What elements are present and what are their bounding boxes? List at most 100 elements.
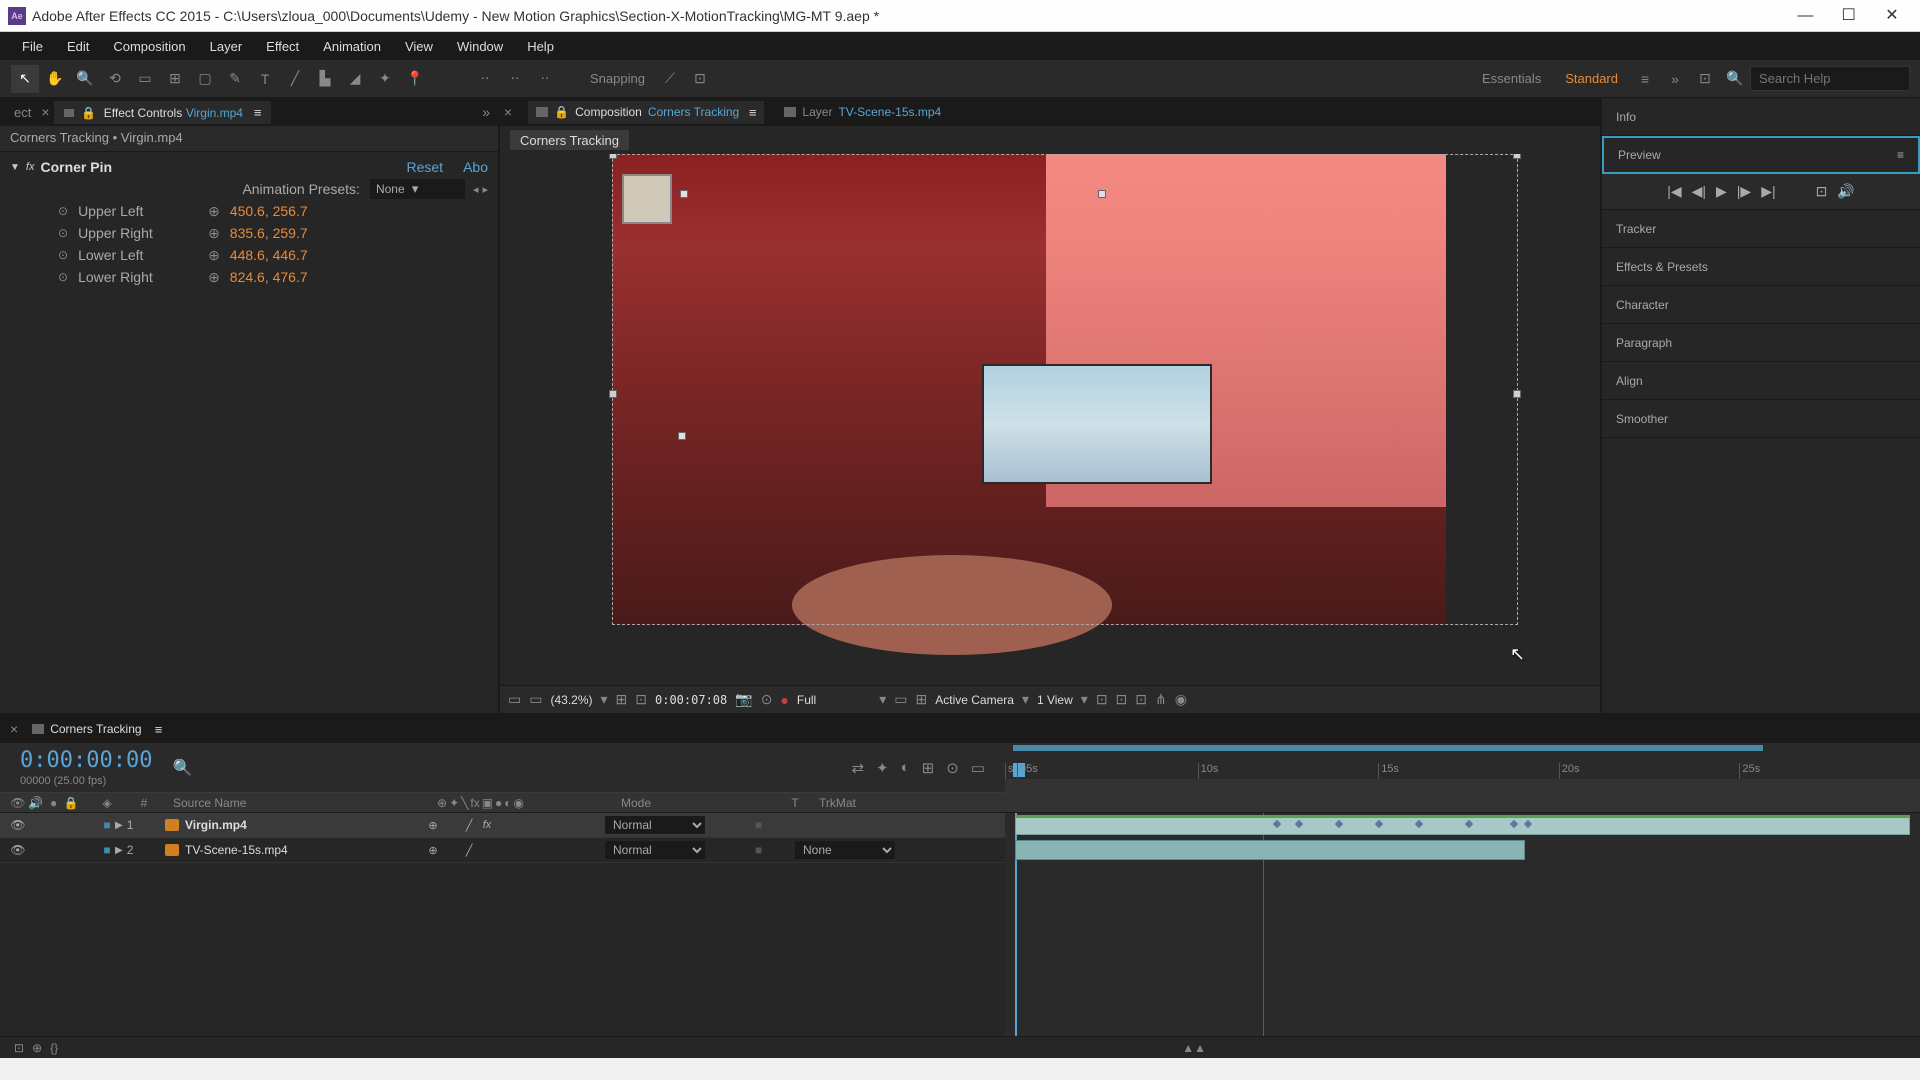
snapping-label[interactable]: Snapping <box>590 71 645 86</box>
vc-icon[interactable]: ⊡ <box>1116 691 1128 708</box>
layer-row[interactable]: 👁■ ▶1 Virgin.mp4 ⊕╱fx Normal ■ <box>0 813 1005 838</box>
keyframe-icon[interactable] <box>1415 820 1423 828</box>
quality-select[interactable]: Full <box>797 693 816 707</box>
menu-view[interactable]: View <box>393 35 445 58</box>
panel-menu-icon[interactable]: ≡ <box>1897 148 1904 162</box>
vc-icon[interactable]: ⊡ <box>1096 691 1108 708</box>
character-panel[interactable]: Character <box>1602 286 1920 324</box>
target-icon[interactable]: ⊕ <box>208 225 220 242</box>
target-icon[interactable]: ⊕ <box>208 247 220 264</box>
col-num[interactable]: # <box>119 796 169 810</box>
keyframe-icon[interactable] <box>1465 820 1473 828</box>
col-source-name[interactable]: Source Name <box>173 796 433 810</box>
channel-icon[interactable]: ● <box>780 692 788 708</box>
vc-icon[interactable]: ⊞ <box>616 691 628 708</box>
vc-dropdown-icon[interactable]: ▾ <box>879 691 886 708</box>
tl-icon[interactable]: ⊞ <box>922 759 935 777</box>
status-icon[interactable]: ⊡ <box>14 1041 24 1055</box>
workspace-essentials[interactable]: Essentials <box>1470 67 1553 90</box>
twirl-icon[interactable]: ▶ <box>115 845 123 856</box>
menu-effect[interactable]: Effect <box>254 35 311 58</box>
snapshot-icon[interactable]: 📷 <box>735 691 752 708</box>
play-icon[interactable]: ▶ <box>1716 183 1727 200</box>
target-icon[interactable]: ⊕ <box>208 269 220 286</box>
search-input[interactable] <box>1750 66 1910 91</box>
fx-icon[interactable]: fx <box>26 161 35 173</box>
col-mode[interactable]: Mode <box>621 796 771 810</box>
comp-breadcrumb[interactable]: Corners Tracking <box>510 130 629 150</box>
comp-tab-close[interactable]: × <box>504 104 512 120</box>
keyframe-icon[interactable] <box>1524 820 1532 828</box>
first-frame-icon[interactable]: |◀ <box>1667 183 1681 200</box>
target-icon[interactable]: ⊕ <box>208 203 220 220</box>
type-tool-icon[interactable]: T <box>251 65 279 93</box>
layer-tab[interactable]: Layer TV-Scene-15s.mp4 <box>776 101 949 123</box>
vc-dropdown-icon[interactable]: ▾ <box>601 691 608 708</box>
keyframe-icon[interactable] <box>1273 820 1281 828</box>
prop-value[interactable]: 450.6, 256.7 <box>230 203 308 219</box>
mode-select[interactable]: Normal <box>605 841 705 859</box>
keyframe-icon[interactable] <box>1295 820 1303 828</box>
snap-icon[interactable]: ⟋ <box>656 65 684 93</box>
workspace-overflow-icon[interactable]: » <box>1661 65 1689 93</box>
mode-select[interactable]: Normal <box>605 816 705 834</box>
vc-icon[interactable]: ▭ <box>508 691 521 708</box>
work-area-bar[interactable] <box>1013 745 1763 751</box>
vc-dropdown-icon[interactable]: ▾ <box>1081 691 1088 708</box>
overflow-icon[interactable]: » <box>482 104 490 120</box>
prop-value[interactable]: 448.6, 446.7 <box>230 247 308 263</box>
next-preset-icon[interactable]: ▸ <box>482 183 488 196</box>
status-braces[interactable]: {} <box>50 1041 58 1055</box>
zoom-level[interactable]: (43.2%) <box>550 693 592 707</box>
stopwatch-icon[interactable]: ⊙ <box>58 226 68 240</box>
vc-icon[interactable]: ◉ <box>1175 691 1187 708</box>
corner-handle[interactable] <box>1098 190 1106 198</box>
effect-controls-tab[interactable]: 🔒 Effect Controls Virgin.mp4 ≡ <box>54 101 272 124</box>
zoom-indicator-icon[interactable]: ▲▲ <box>1182 1041 1206 1055</box>
twirl-icon[interactable]: ▼ <box>10 162 20 173</box>
tl-icon[interactable]: ◐ <box>901 759 910 777</box>
roto-tool-icon[interactable]: ✦ <box>371 65 399 93</box>
brush-tool-icon[interactable]: ╱ <box>281 65 309 93</box>
mute-icon[interactable]: 🔊 <box>1837 183 1854 200</box>
close-button[interactable]: ✕ <box>1872 1 1912 29</box>
tl-icon[interactable]: ⇄ <box>851 759 864 777</box>
label-icon[interactable]: ■ <box>99 818 115 832</box>
next-frame-icon[interactable]: |▶ <box>1737 183 1751 200</box>
timeline-ruler[interactable]: s 05s 10s 15s 20s 25s <box>1005 743 1920 792</box>
stopwatch-icon[interactable]: ⊙ <box>58 248 68 262</box>
preview-panel[interactable]: Preview≡ <box>1602 136 1920 174</box>
prop-value[interactable]: 835.6, 259.7 <box>230 225 308 241</box>
smoother-panel[interactable]: Smoother <box>1602 400 1920 438</box>
keyframe-icon[interactable] <box>1335 820 1343 828</box>
pen-tool-icon[interactable]: ✎ <box>221 65 249 93</box>
views-select[interactable]: 1 View <box>1037 693 1073 707</box>
vc-icon[interactable]: ⊞ <box>916 691 928 708</box>
timeline-tracks[interactable] <box>1005 813 1920 1036</box>
prev-preset-icon[interactable]: ◂ <box>473 183 479 196</box>
pin-tool-icon[interactable]: 📍 <box>401 65 429 93</box>
menu-layer[interactable]: Layer <box>198 35 255 58</box>
snap2-icon[interactable]: ⊡ <box>686 65 714 93</box>
layer-bar[interactable] <box>1015 815 1910 835</box>
zoom-tool-icon[interactable]: 🔍 <box>71 65 99 93</box>
layer-row[interactable]: 👁■ ▶2 TV-Scene-15s.mp4 ⊕╱ Normal ■ None <box>0 838 1005 863</box>
camera-tool-icon[interactable]: ▭ <box>131 65 159 93</box>
label-icon[interactable]: ■ <box>99 843 115 857</box>
axis-icon[interactable]: ⋅⋅ <box>471 65 499 93</box>
bbox-handle[interactable] <box>1513 154 1521 159</box>
menu-file[interactable]: File <box>10 35 55 58</box>
align-panel[interactable]: Align <box>1602 362 1920 400</box>
camera-select[interactable]: Active Camera <box>935 693 1014 707</box>
presets-select[interactable]: None ▾ <box>370 179 465 199</box>
prop-value[interactable]: 824.6, 476.7 <box>230 269 308 285</box>
status-icon[interactable]: ⊕ <box>32 1041 42 1055</box>
effect-name[interactable]: Corner Pin <box>40 159 406 175</box>
menu-window[interactable]: Window <box>445 35 515 58</box>
tl-icon[interactable]: ▭ <box>971 759 985 777</box>
vc-icon[interactable]: ▭ <box>894 691 907 708</box>
col-trkmat[interactable]: TrkMat <box>819 796 969 810</box>
viewer-time[interactable]: 0:00:07:08 <box>655 693 727 707</box>
menu-animation[interactable]: Animation <box>311 35 393 58</box>
maximize-button[interactable]: ☐ <box>1829 1 1869 29</box>
